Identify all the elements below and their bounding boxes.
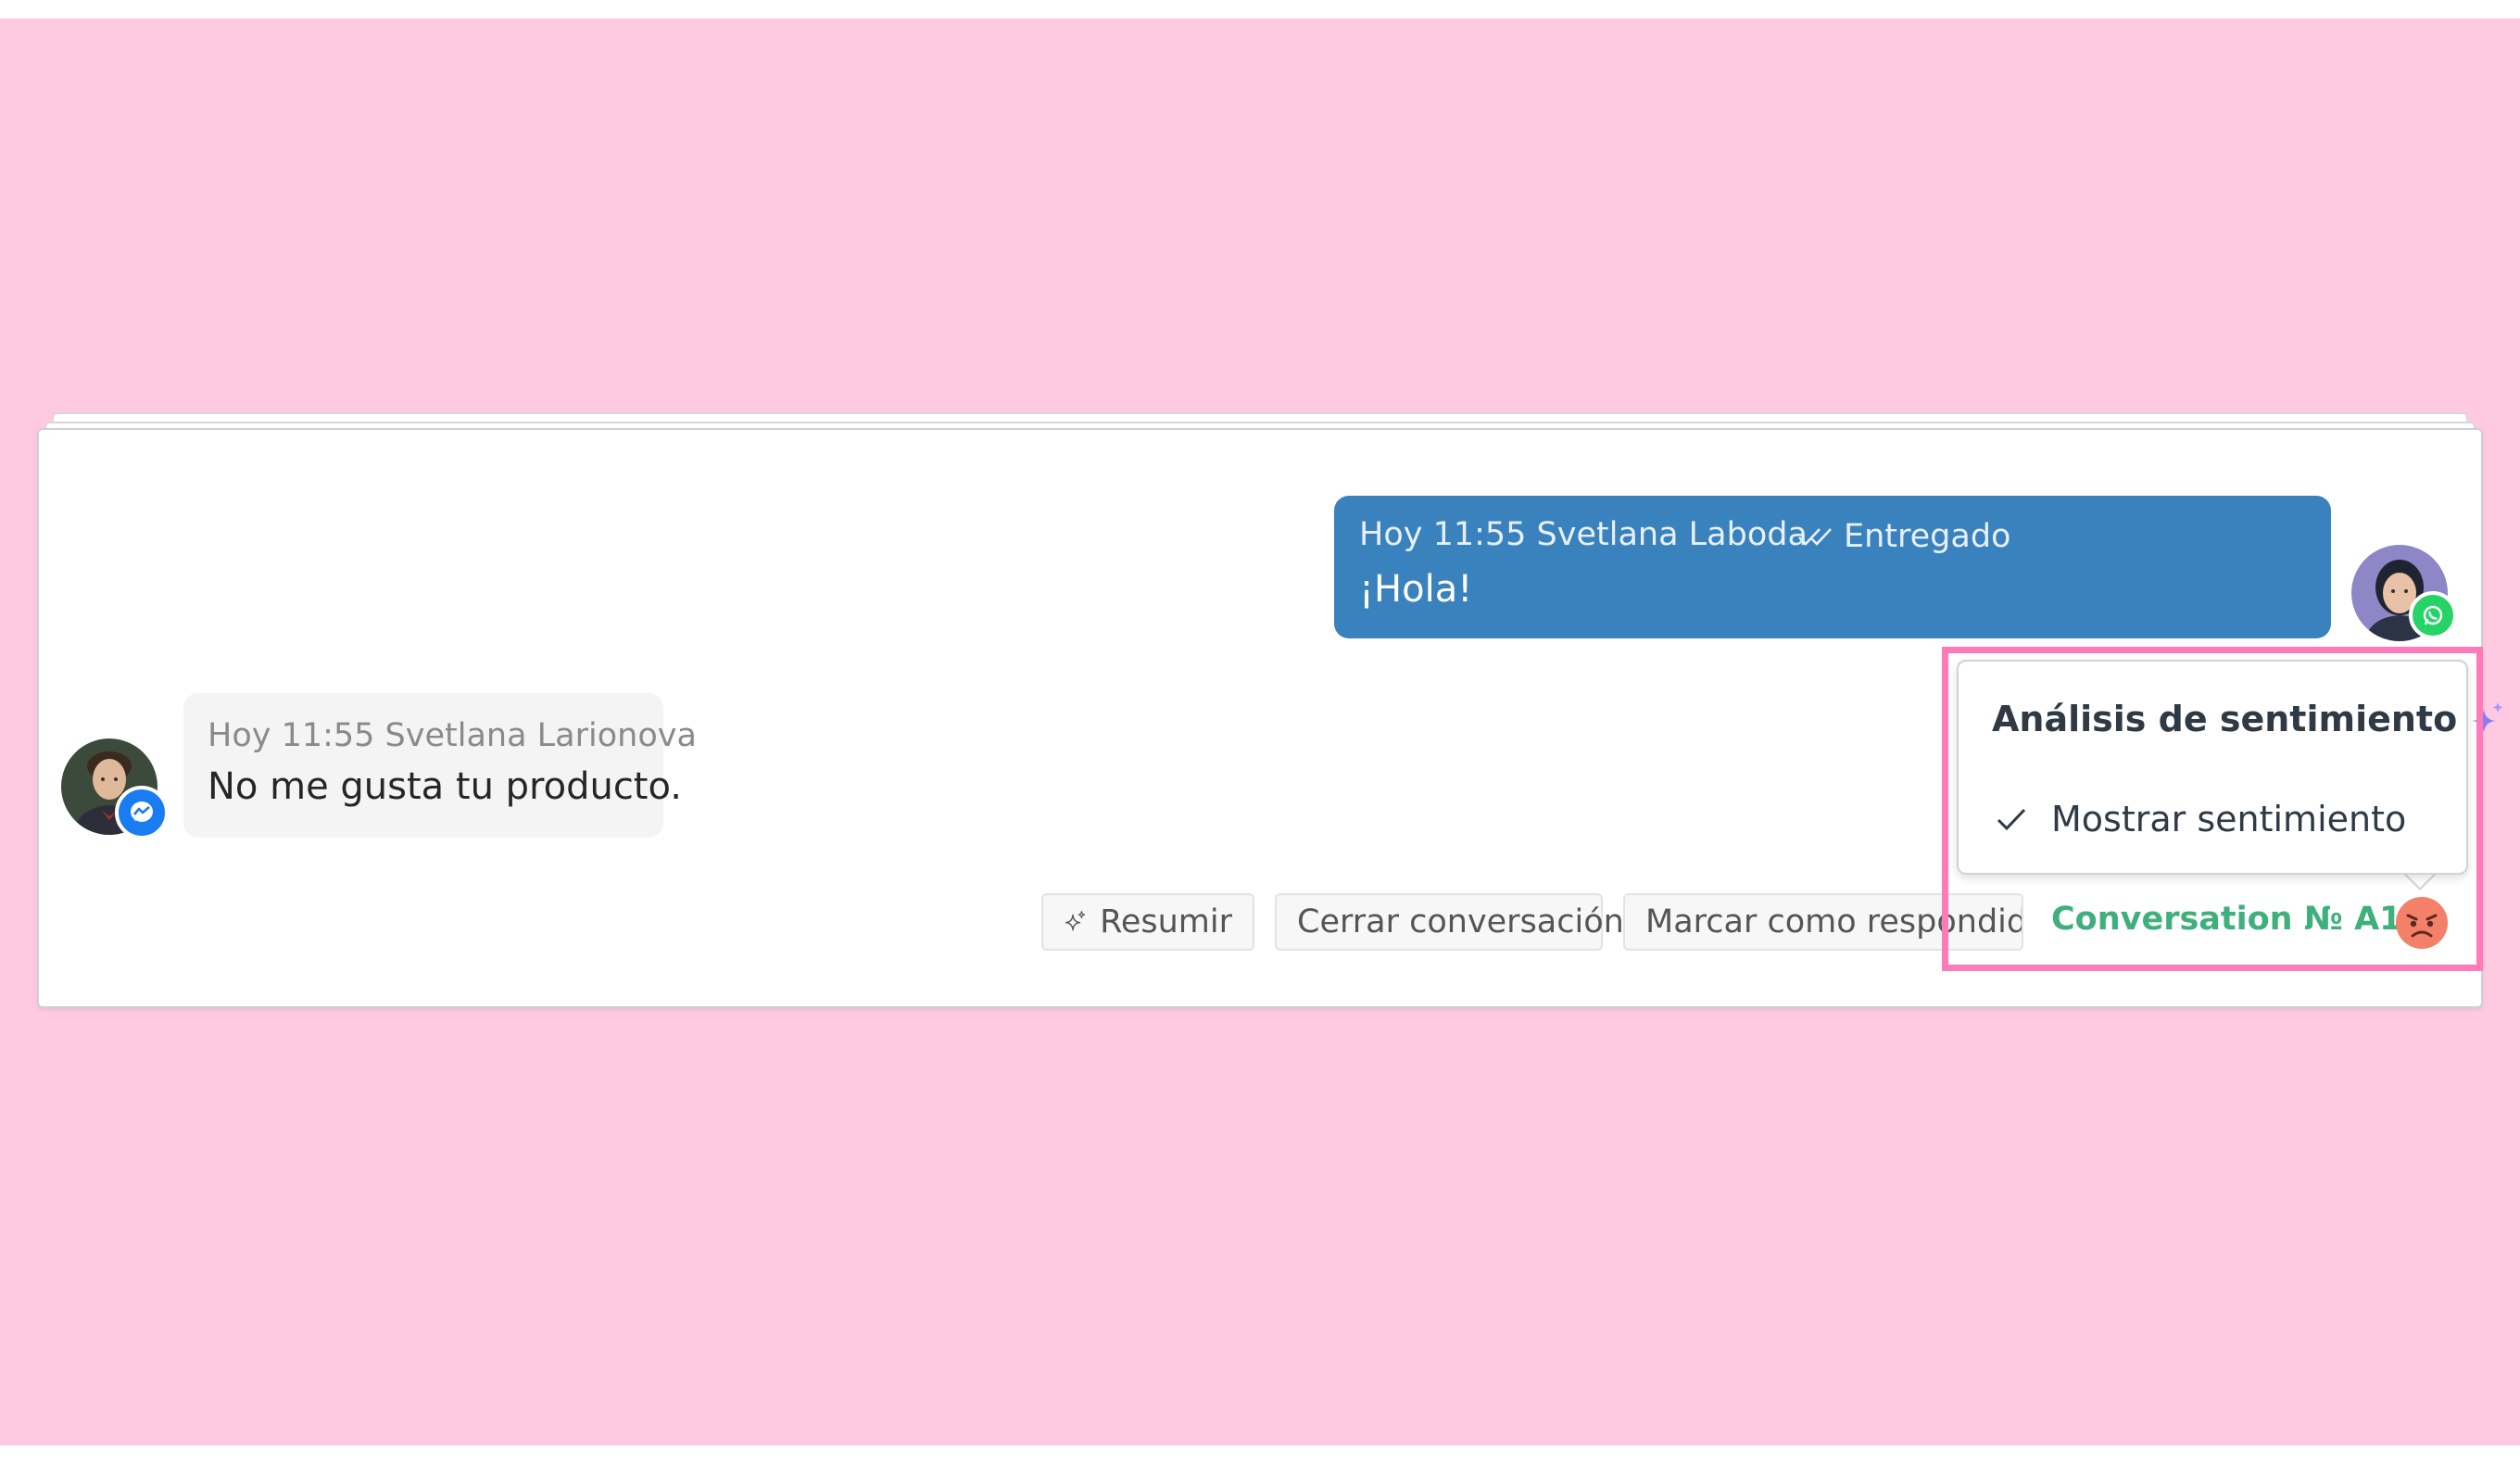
close-conversation-button[interactable]: Cerrar conversación (1275, 893, 1624, 951)
delivery-status: Entregado (1797, 518, 2010, 555)
double-check-icon (1798, 528, 1832, 546)
summarize-label: Resumir (1100, 903, 1232, 940)
outgoing-message-meta: Hoy 11:55 Svetlana Laboda (1359, 516, 1808, 553)
sparkle-icon (1065, 911, 1086, 931)
outgoing-message-bubble: Hoy 11:55 Svetlana Laboda Entregado ¡Hol… (1334, 496, 2331, 638)
summarize-button[interactable]: Resumir (1041, 893, 1254, 951)
close-conversation-label: Cerrar conversación (1297, 903, 1624, 940)
highlight-frame (1942, 647, 2483, 971)
whatsapp-icon (2409, 591, 2457, 639)
incoming-message-meta: Hoy 11:55 Svetlana Larionova (208, 717, 697, 754)
outgoing-message-text: ¡Hola! (1359, 568, 1473, 611)
messenger-icon (115, 786, 169, 839)
incoming-message-text: No me gusta tu producto. (208, 765, 682, 808)
delivery-status-label: Entregado (1844, 518, 2011, 555)
incoming-message-bubble: Hoy 11:55 Svetlana Larionova No me gusta… (183, 693, 697, 838)
